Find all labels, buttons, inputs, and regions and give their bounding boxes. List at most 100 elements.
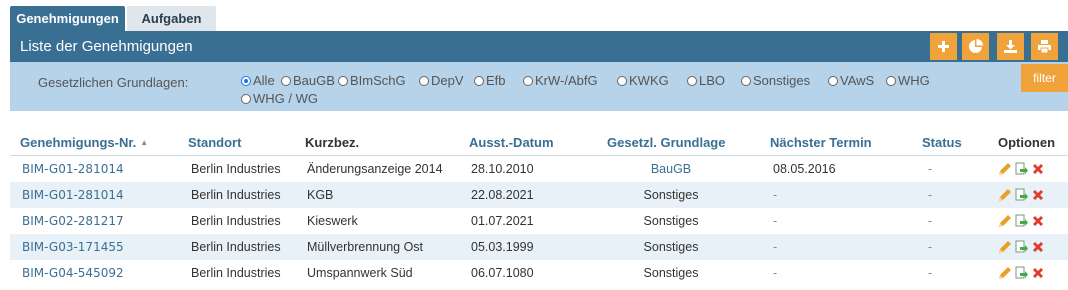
cell-gesetzl-grundlage: Sonstiges	[643, 188, 699, 202]
cell-gesetzl-grundlage[interactable]: BauGB	[607, 156, 735, 182]
plus-icon	[938, 41, 949, 52]
cell-genehmigungs-nr[interactable]: BIM-G01-281014	[22, 156, 124, 182]
open-document-icon[interactable]	[1014, 188, 1028, 202]
column-header-optionen: Optionen	[998, 135, 1056, 150]
cell-status: -	[928, 240, 933, 254]
cell-naechster-termin: -	[773, 188, 778, 202]
radio-lbo[interactable]: LBO	[687, 73, 725, 88]
radio-button-icon	[886, 76, 896, 86]
delete-x-icon[interactable]	[1031, 266, 1045, 280]
edit-pencil-icon[interactable]	[998, 266, 1012, 280]
cell-naechster-termin: 08.05.2016	[773, 162, 836, 176]
radio-button-icon	[241, 76, 251, 86]
open-document-icon[interactable]	[1014, 162, 1028, 176]
cell-genehmigungs-nr[interactable]: BIM-G02-281217	[22, 208, 124, 234]
radio-krw-abfg[interactable]: KrW-/AbfG	[523, 73, 598, 88]
radio-sonstiges[interactable]: Sonstiges	[741, 73, 810, 88]
cell-ausst-datum: 01.07.2021	[471, 214, 534, 228]
cell-ausst-datum: 05.03.1999	[471, 240, 534, 254]
cell-status: -	[928, 214, 933, 228]
delete-x-icon[interactable]	[1031, 214, 1045, 228]
radio-bimschg[interactable]: BImSchG	[338, 73, 406, 88]
column-header-ausst-datum[interactable]: Ausst.-Datum	[469, 135, 554, 150]
cell-gesetzl-grundlage: Sonstiges	[643, 266, 699, 280]
table-row: BIM-G04-545092 Berlin Industries Umspannwe…	[10, 260, 1068, 286]
radio-button-icon	[617, 76, 627, 86]
table-row: BIM-G01-281014 Berlin Industries Änderungs…	[10, 156, 1068, 182]
radio-depv[interactable]: DepV	[419, 73, 464, 88]
cell-status: -	[928, 162, 933, 176]
radio-button-icon	[338, 76, 348, 86]
radio-whg[interactable]: WHG	[886, 73, 930, 88]
radio-vaws[interactable]: VAwS	[828, 73, 874, 88]
radio-baugb[interactable]: BauGB	[281, 73, 335, 88]
tab-genehmigungen[interactable]: Genehmigungen	[10, 6, 125, 31]
cell-kurzbez: Umspannwerk Süd	[307, 266, 413, 280]
filter-bar: Gesetzlichen Grundlagen: Alle BauGB BImS…	[10, 62, 1068, 111]
radio-whg-wg[interactable]: WHG / WG	[241, 91, 318, 106]
delete-x-icon[interactable]	[1031, 162, 1045, 176]
cell-ausst-datum: 28.10.2010	[471, 162, 534, 176]
radio-button-icon	[523, 76, 533, 86]
filter-button[interactable]: filter	[1021, 64, 1068, 92]
edit-pencil-icon[interactable]	[998, 240, 1012, 254]
page-title: Liste der Genehmigungen	[20, 38, 193, 55]
column-header-naechster-termin[interactable]: Nächster Termin	[770, 135, 872, 150]
cell-gesetzl-grundlage: Sonstiges	[643, 214, 699, 228]
list-header-bar: Liste der Genehmigungen	[10, 31, 1068, 62]
cell-kurzbez: Änderungsanzeige 2014	[307, 162, 443, 176]
open-document-icon[interactable]	[1014, 214, 1028, 228]
sort-asc-icon: ▲	[140, 138, 149, 147]
radio-button-icon	[474, 76, 484, 86]
add-button[interactable]	[930, 33, 957, 60]
cell-ausst-datum: 06.07.1080	[471, 266, 534, 280]
chart-button[interactable]	[962, 33, 989, 60]
cell-genehmigungs-nr[interactable]: BIM-G03-171455	[22, 234, 124, 260]
cell-status: -	[928, 188, 933, 202]
cell-naechster-termin: -	[773, 240, 778, 254]
edit-pencil-icon[interactable]	[998, 214, 1012, 228]
cell-standort: Berlin Industries	[191, 214, 281, 228]
column-header-genehmigungs-nr[interactable]: Genehmigungs-Nr. ▲	[20, 135, 148, 150]
delete-x-icon[interactable]	[1031, 188, 1045, 202]
download-icon	[1004, 40, 1017, 53]
open-document-icon[interactable]	[1014, 240, 1028, 254]
column-header-gesetzl-grundlage[interactable]: Gesetzl. Grundlage	[607, 135, 725, 150]
table-row: BIM-G01-281014 Berlin Industries KGB 22.08.…	[10, 182, 1068, 208]
cell-genehmigungs-nr[interactable]: BIM-G01-281014	[22, 182, 124, 208]
radio-alle[interactable]: Alle	[241, 73, 275, 88]
edit-pencil-icon[interactable]	[998, 162, 1012, 176]
radio-button-icon	[687, 76, 697, 86]
tab-aufgaben[interactable]: Aufgaben	[127, 6, 216, 31]
table-row: BIM-G02-281217 Berlin Industries Kieswerk 0…	[10, 208, 1068, 234]
cell-standort: Berlin Industries	[191, 162, 281, 176]
filter-label: Gesetzlichen Grundlagen:	[38, 75, 189, 90]
cell-gesetzl-grundlage: Sonstiges	[643, 240, 699, 254]
radio-button-icon	[281, 76, 291, 86]
pie-chart-icon	[969, 39, 983, 53]
table-row: BIM-G03-171455 Berlin Industries Müllverbr…	[10, 234, 1068, 260]
cell-kurzbez: KGB	[307, 188, 334, 202]
cell-standort: Berlin Industries	[191, 188, 281, 202]
print-icon	[1038, 40, 1051, 54]
cell-standort: Berlin Industries	[191, 266, 281, 280]
radio-button-icon	[419, 76, 429, 86]
delete-x-icon[interactable]	[1031, 240, 1045, 254]
radio-button-icon	[741, 76, 751, 86]
table-header: Genehmigungs-Nr. ▲ Standort Kurzbez. Auss…	[10, 132, 1068, 156]
radio-button-icon	[241, 94, 251, 104]
cell-kurzbez: Müllverbrennung Ost	[307, 240, 424, 254]
radio-kwkg[interactable]: KWKG	[617, 73, 669, 88]
edit-pencil-icon[interactable]	[998, 188, 1012, 202]
print-button[interactable]	[1031, 33, 1058, 60]
column-header-status[interactable]: Status	[922, 135, 962, 150]
cell-genehmigungs-nr[interactable]: BIM-G04-545092	[22, 260, 124, 286]
cell-naechster-termin: -	[773, 214, 778, 228]
open-document-icon[interactable]	[1014, 266, 1028, 280]
radio-efb[interactable]: Efb	[474, 73, 506, 88]
tab-bar: Genehmigungen Aufgaben	[0, 0, 1068, 31]
download-button[interactable]	[997, 33, 1024, 60]
column-header-standort[interactable]: Standort	[188, 135, 241, 150]
column-header-kurzbez: Kurzbez.	[305, 135, 360, 150]
cell-naechster-termin: -	[773, 266, 778, 280]
